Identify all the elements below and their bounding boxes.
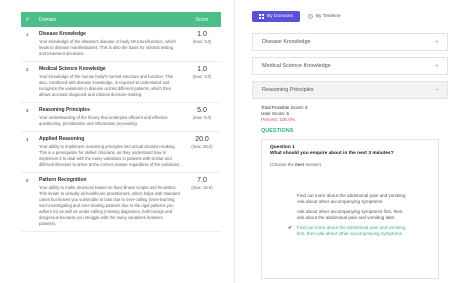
domain-title: Medical Science Knowledge [39, 66, 106, 72]
plus-icon: + [434, 38, 439, 46]
table-header: # Domain Score [21, 12, 221, 27]
domain-score: 1.0 [197, 31, 207, 38]
accordion-reasoning-principles[interactable]: Reasoning Principles − [252, 81, 448, 99]
domain-max-score: (max: 25.0) [191, 144, 213, 149]
question-card: Question 1 What should you enquire about… [261, 139, 439, 279]
panel-divider [234, 0, 235, 283]
domain-score: 5.0 [197, 107, 207, 114]
table-row: 4 Applied Reasoning Your ability to impl… [21, 132, 221, 173]
answer-list: Find out more about the abdominal pain a… [270, 193, 430, 237]
domain-title: Disease Knowledge [39, 31, 86, 37]
domain-description: Your ability to implement reasoning prin… [39, 144, 181, 167]
row-number: 3 [26, 108, 29, 113]
view-tabs: By Domains By Timeline [252, 10, 448, 23]
tab-by-domains-label: By Domains [267, 14, 293, 19]
tab-by-timeline[interactable]: By Timeline [308, 14, 341, 19]
accordion-label: Disease Knowledge [262, 39, 311, 45]
table-row: 1 Disease Knowledge Your knowledge of th… [21, 27, 221, 62]
col-header-num: # [26, 16, 29, 23]
tab-by-domains[interactable]: By Domains [252, 11, 300, 22]
minus-icon: − [435, 87, 439, 93]
row-number: 5 [26, 178, 29, 183]
domain-score-table: # Domain Score 1 Disease Knowledge Your … [21, 12, 221, 283]
question-title: Question 1 [270, 145, 295, 150]
domain-description: Your knowledge of the disease's disease … [39, 39, 176, 56]
domain-score: 20.0 [195, 136, 209, 143]
domain-max-score: (max: 5.0) [192, 115, 212, 120]
domain-max-score: (max: 15.0) [191, 185, 213, 190]
accordion-label: Medical Science Knowledge [262, 63, 331, 69]
accordion-disease-knowledge[interactable]: Disease Knowledge + [252, 33, 448, 51]
questions-heading: QUESTIONS [261, 128, 294, 134]
domain-score: 1.0 [197, 66, 207, 73]
table-row: 3 Reasoning Principles Your understandin… [21, 103, 221, 132]
row-number: 2 [26, 67, 29, 72]
tab-by-timeline-label: By Timeline [315, 14, 341, 19]
domain-title: Applied Reasoning [39, 136, 85, 142]
accordion-label: Reasoning Principles [262, 87, 314, 93]
domain-title: Reasoning Principles [39, 107, 90, 113]
answer-option-correct[interactable]: ✔ Find out more about the abdominal pain… [288, 225, 430, 237]
hint-suffix: answer) [304, 162, 322, 167]
answer-line: Ask about other accompanying symptoms [297, 199, 383, 204]
accordion-content: Total Possible Score: 5 User Score: 5 Pe… [252, 99, 448, 279]
clock-icon [308, 14, 313, 19]
domain-max-score: (max: 3.0) [192, 74, 212, 79]
col-header-domain: Domain [39, 16, 57, 23]
table-row: 5 Pattern Recognition Your ability to ma… [21, 173, 221, 232]
percent-score: Percent: 100.0% [261, 117, 295, 122]
check-icon: ✔ [288, 225, 293, 231]
question-text: What should you enquire about in the nex… [270, 151, 394, 156]
domain-description: Your understanding of the theory that un… [39, 115, 168, 126]
answer-option[interactable]: Find out more about the abdominal pain a… [288, 193, 430, 205]
accordion-medical-science-knowledge[interactable]: Medical Science Knowledge + [252, 57, 448, 75]
col-header-score: Score [195, 16, 209, 23]
results-panel: By Domains By Timeline Disease Knowledge… [252, 10, 448, 283]
domain-description: Your ability to make decisions based on … [39, 185, 180, 226]
hint-emphasis: best [295, 162, 305, 167]
domain-max-score: (max: 3.0) [192, 39, 212, 44]
answer-line: ask about the abdominal pain and vomitin… [297, 215, 395, 220]
hint-prefix: (Choose the [270, 162, 296, 167]
domain-score: 7.0 [197, 177, 207, 184]
row-number: 1 [26, 32, 29, 37]
answer-option[interactable]: Ask about other accompanying symptoms fi… [288, 209, 430, 221]
grid-icon [259, 14, 264, 19]
row-number: 4 [26, 137, 29, 142]
plus-icon: + [434, 62, 439, 70]
question-hint: (Choose the best answer) [270, 162, 430, 167]
answer-line: first, then ask about other accompanying… [297, 231, 402, 236]
domain-title: Pattern Recognition [39, 177, 87, 183]
domain-description: Your knowledge of the human body's norma… [39, 74, 173, 97]
table-row: 2 Medical Science Knowledge Your knowled… [21, 62, 221, 103]
